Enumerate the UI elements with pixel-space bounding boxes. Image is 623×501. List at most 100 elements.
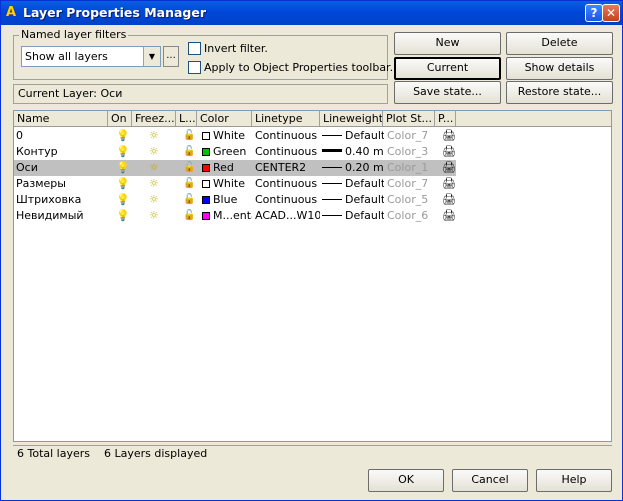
new-layer-button[interactable]: New xyxy=(394,32,501,55)
layer-properties-manager-window: A Layer Properties Manager ? ✕ Named lay… xyxy=(0,0,623,501)
sun-icon[interactable]: ☼ xyxy=(149,208,163,224)
column-header-color[interactable]: Color xyxy=(197,111,252,126)
lightbulb-icon[interactable]: 💡 xyxy=(116,128,130,144)
layer-lineweight[interactable]: Default xyxy=(322,128,384,144)
layer-name[interactable]: 0 xyxy=(16,128,106,144)
layer-linetype[interactable]: Continuous xyxy=(255,144,320,160)
layer-row[interactable]: Оси 💡 ☼ 🔓 Red CENTER2 0.20 mmColor_1 🖨 xyxy=(14,160,456,176)
layer-plot-style: Color_3 xyxy=(387,145,429,158)
total-layers-count: 6 Total layers xyxy=(17,447,91,460)
lineweight-sample xyxy=(322,199,342,200)
ok-button[interactable]: OK xyxy=(368,469,444,492)
layer-plot-style: Color_1 xyxy=(387,161,429,174)
unlock-icon[interactable]: 🔓 xyxy=(183,208,195,224)
layer-lineweight[interactable]: Default xyxy=(322,192,384,208)
column-header-lock[interactable]: L... xyxy=(176,111,197,126)
layer-color[interactable]: Blue xyxy=(202,192,252,208)
column-header-on[interactable]: On xyxy=(108,111,132,126)
column-header-linetype[interactable]: Linetype xyxy=(252,111,320,126)
layer-row[interactable]: 0 💡 ☼ 🔓 White Continuous Default Color_7 🖨 xyxy=(14,128,456,144)
invert-filter-label[interactable]: Invert filter. xyxy=(204,42,268,55)
layer-linetype[interactable]: ACAD...W100 xyxy=(255,208,320,224)
lineweight-value: Default xyxy=(345,177,384,190)
chevron-down-icon[interactable]: ▼ xyxy=(143,47,160,66)
layer-name[interactable]: Размеры xyxy=(16,176,106,192)
layer-row[interactable]: Контур 💡 ☼ 🔓 Green Continuous 0.40 mmColor_3 🖨 xyxy=(14,144,456,160)
unlock-icon[interactable]: 🔓 xyxy=(183,144,195,160)
layer-color[interactable]: M...enta xyxy=(202,208,252,224)
layer-lineweight[interactable]: 0.40 mm xyxy=(322,144,384,160)
layer-list[interactable]: Name On Freez... L... Color Linetype Lin… xyxy=(13,110,612,442)
layer-name[interactable]: Оси xyxy=(16,160,106,176)
invert-filter-checkbox[interactable] xyxy=(188,42,201,55)
lineweight-sample xyxy=(322,215,342,216)
column-header-name[interactable]: Name xyxy=(14,111,108,126)
printer-icon[interactable]: 🖨 xyxy=(442,192,456,208)
layer-filter-dropdown[interactable]: Show all layers ▼ xyxy=(21,46,161,67)
set-current-button[interactable]: Current xyxy=(394,57,501,80)
lineweight-sample xyxy=(322,149,342,152)
restore-state-button[interactable]: Restore state... xyxy=(506,81,613,104)
printer-icon[interactable]: 🖨 xyxy=(442,160,456,176)
lightbulb-icon[interactable]: 💡 xyxy=(116,160,130,176)
lineweight-value: 0.40 mm xyxy=(345,145,384,158)
layer-lineweight[interactable]: 0.20 mm xyxy=(322,160,384,176)
layer-linetype[interactable]: CENTER2 xyxy=(255,160,320,176)
layer-linetype[interactable]: Continuous xyxy=(255,176,320,192)
help-title-button[interactable]: ? xyxy=(585,4,603,22)
sun-icon[interactable]: ☼ xyxy=(149,176,163,192)
layer-color[interactable]: Red xyxy=(202,160,252,176)
show-details-button[interactable]: Show details xyxy=(506,57,613,80)
filter-dialog-button[interactable]: ... xyxy=(163,46,179,67)
layer-row[interactable]: Штриховка 💡 ☼ 🔓 Blue Continuous Default Color_5… xyxy=(14,192,456,208)
column-header-freeze[interactable]: Freez... xyxy=(132,111,176,126)
lightbulb-icon[interactable]: 💡 xyxy=(116,208,130,224)
layer-name[interactable]: Штриховка xyxy=(16,192,106,208)
lineweight-value: 0.20 mm xyxy=(345,161,384,174)
apply-to-toolbar-checkbox[interactable] xyxy=(188,61,201,74)
sun-icon[interactable]: ☼ xyxy=(149,144,163,160)
layer-color[interactable]: White xyxy=(202,128,252,144)
layer-color[interactable]: Green xyxy=(202,144,252,160)
layer-name[interactable]: Невидимый xyxy=(16,208,106,224)
color-name: Red xyxy=(213,161,234,174)
unlock-icon[interactable]: 🔓 xyxy=(183,176,195,192)
layer-lineweight[interactable]: Default xyxy=(322,176,384,192)
layer-lineweight[interactable]: Default xyxy=(322,208,384,224)
status-bar: 6 Total layers 6 Layers displayed xyxy=(13,445,612,463)
apply-to-toolbar-label[interactable]: Apply to Object Properties toolbar. xyxy=(204,61,393,74)
layer-linetype[interactable]: Continuous xyxy=(255,128,320,144)
save-state-button[interactable]: Save state... xyxy=(394,81,501,104)
sun-icon[interactable]: ☼ xyxy=(149,160,163,176)
close-title-button[interactable]: ✕ xyxy=(602,4,620,22)
column-header-plot-style[interactable]: Plot St... xyxy=(383,111,435,126)
layer-plot-style: Color_5 xyxy=(387,193,429,206)
cancel-button[interactable]: Cancel xyxy=(452,469,528,492)
layer-row[interactable]: Размеры 💡 ☼ 🔓 White Continuous Default Color_7 🖨 xyxy=(14,176,456,192)
unlock-icon[interactable]: 🔓 xyxy=(183,128,195,144)
layer-color[interactable]: White xyxy=(202,176,252,192)
printer-icon[interactable]: 🖨 xyxy=(442,208,456,224)
layer-linetype[interactable]: Continuous xyxy=(255,192,320,208)
column-header-lineweight[interactable]: Lineweight xyxy=(320,111,383,126)
layer-name[interactable]: Контур xyxy=(16,144,106,160)
window-title: Layer Properties Manager xyxy=(23,5,206,20)
lineweight-value: Default xyxy=(345,129,384,142)
lightbulb-icon[interactable]: 💡 xyxy=(116,144,130,160)
sun-icon[interactable]: ☼ xyxy=(149,128,163,144)
sun-icon[interactable]: ☼ xyxy=(149,192,163,208)
printer-icon[interactable]: 🖨 xyxy=(442,176,456,192)
lightbulb-icon[interactable]: 💡 xyxy=(116,176,130,192)
layer-plot-style: Color_7 xyxy=(387,129,429,142)
title-bar[interactable]: A Layer Properties Manager ? ✕ xyxy=(1,1,622,25)
delete-layer-button[interactable]: Delete xyxy=(506,32,613,55)
printer-icon[interactable]: 🖨 xyxy=(442,128,456,144)
help-button[interactable]: Help xyxy=(536,469,612,492)
unlock-icon[interactable]: 🔓 xyxy=(183,192,195,208)
color-swatch xyxy=(202,212,210,220)
lightbulb-icon[interactable]: 💡 xyxy=(116,192,130,208)
column-header-plot[interactable]: P... xyxy=(435,111,456,126)
printer-icon[interactable]: 🖨 xyxy=(442,144,456,160)
unlock-icon[interactable]: 🔓 xyxy=(183,160,195,176)
layer-row[interactable]: Невидимый 💡 ☼ 🔓 M...entaACAD...W100 DefaultCo… xyxy=(14,208,456,224)
